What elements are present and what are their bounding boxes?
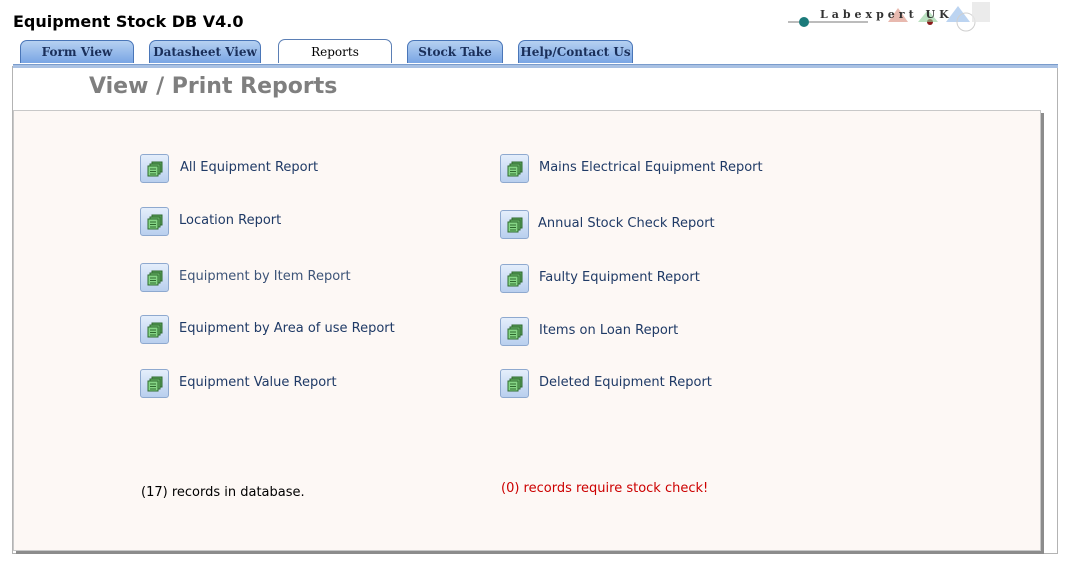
logo-text: Labexpert UK — [820, 8, 953, 21]
faulty-equipment-report-link[interactable]: Faulty Equipment Report — [539, 270, 700, 285]
labexpert-logo: Labexpert UK — [788, 0, 998, 36]
location-report-button[interactable] — [140, 207, 169, 236]
tab-stock-take[interactable]: Stock Take — [407, 40, 503, 63]
annual-stock-check-report-link[interactable]: Annual Stock Check Report — [538, 216, 715, 231]
tab-reports[interactable]: Reports — [278, 39, 392, 63]
deleted-equipment-report-button[interactable] — [500, 369, 529, 398]
items-on-loan-report-link[interactable]: Items on Loan Report — [539, 323, 678, 338]
equipment-value-report-link[interactable]: Equipment Value Report — [179, 375, 337, 390]
mains-electrical-report-link[interactable]: Mains Electrical Equipment Report — [539, 160, 763, 175]
report-stack-icon — [507, 271, 522, 286]
report-stack-icon — [147, 270, 162, 285]
annual-stock-check-report-button[interactable] — [500, 210, 529, 239]
page-title: View / Print Reports — [89, 74, 338, 99]
app-title: Equipment Stock DB V4.0 — [13, 12, 244, 31]
report-stack-icon — [147, 214, 162, 229]
equipment-by-item-report-link[interactable]: Equipment by Item Report — [179, 269, 351, 284]
report-stack-icon — [507, 324, 522, 339]
equipment-by-item-report-button[interactable] — [140, 263, 169, 292]
equipment-by-area-report-link[interactable]: Equipment by Area of use Report — [179, 321, 395, 336]
tab-datasheet-view[interactable]: Datasheet View — [149, 40, 261, 63]
deleted-equipment-report-link[interactable]: Deleted Equipment Report — [539, 375, 712, 390]
tab-help-contact[interactable]: Help/Contact Us — [518, 40, 633, 63]
report-stack-icon — [147, 376, 162, 391]
equipment-value-report-button[interactable] — [140, 369, 169, 398]
report-stack-icon — [507, 217, 522, 232]
all-equipment-report-link[interactable]: All Equipment Report — [180, 160, 318, 175]
stock-check-warning-text: (0) records require stock check! — [501, 481, 709, 496]
report-stack-icon — [147, 322, 162, 337]
tab-form-view[interactable]: Form View — [20, 40, 134, 63]
records-count-text: (17) records in database. — [141, 485, 305, 500]
location-report-link[interactable]: Location Report — [179, 213, 281, 228]
report-stack-icon — [147, 161, 162, 176]
all-equipment-report-button[interactable] — [140, 154, 169, 183]
tab-strip-divider — [13, 64, 1058, 68]
items-on-loan-report-button[interactable] — [500, 317, 529, 346]
mains-electrical-report-button[interactable] — [500, 154, 529, 183]
equipment-by-area-report-button[interactable] — [140, 315, 169, 344]
report-stack-icon — [507, 376, 522, 391]
report-stack-icon — [507, 161, 522, 176]
faulty-equipment-report-button[interactable] — [500, 264, 529, 293]
